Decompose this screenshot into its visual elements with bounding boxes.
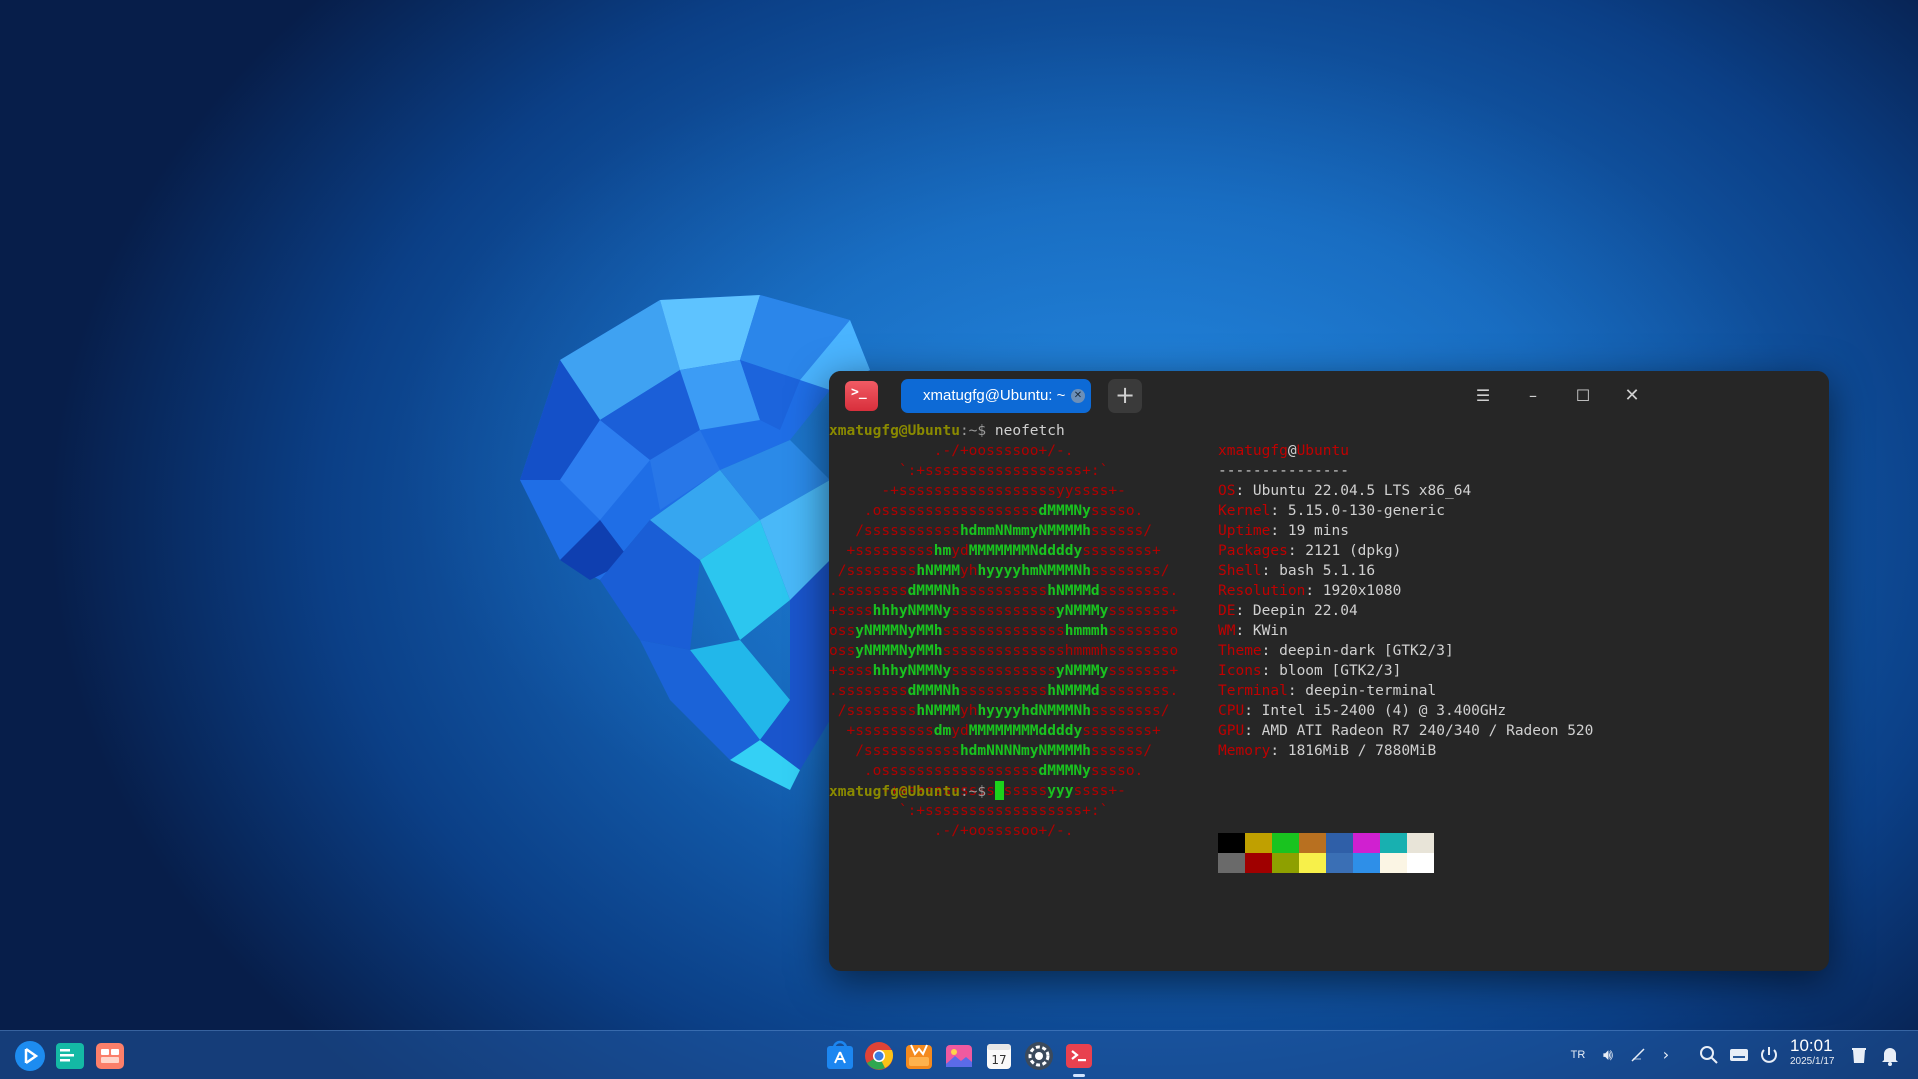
logo-line: .ssssssssdMMMNhsssssssssshNMMMdssssssss.: [829, 583, 1179, 599]
search-icon[interactable]: [1698, 1043, 1720, 1067]
logo-line: /sssssssshNMMMyhhyyyyhmNMMMNhssssssss/: [829, 563, 1170, 579]
volume-icon[interactable]: 🔊︎: [1596, 1043, 1620, 1067]
keyboard-icon[interactable]: [1728, 1043, 1750, 1067]
terminal-tab-title: xmatugfg@Ubuntu: ~: [923, 387, 1066, 404]
power-icon[interactable]: [1758, 1043, 1780, 1067]
info-line: Icons: bloom [GTK2/3]: [1218, 663, 1402, 679]
info-line: Memory: 1816MiB / 7880MiB: [1218, 743, 1437, 759]
app-icon[interactable]: [903, 1040, 935, 1072]
palette-swatch: [1272, 853, 1299, 873]
tab-close-icon[interactable]: ✕: [1071, 389, 1085, 403]
logo-line: .-/+oossssoo+/-.: [829, 823, 1074, 839]
palette-swatch: [1272, 833, 1299, 853]
terminal-icon[interactable]: [1063, 1040, 1095, 1072]
color-palette: [1218, 833, 1434, 873]
multitask-view-icon[interactable]: [94, 1040, 126, 1072]
clock-date: 2025/1/17: [1790, 1056, 1835, 1067]
terminal-app-icon[interactable]: >_: [845, 381, 878, 411]
logo-line: /ssssssssssshdmNNNNmyNMMMMhssssss/: [829, 743, 1153, 759]
palette-swatch: [1218, 853, 1245, 873]
logo-line: ossyNMMMNyMMhsssssssssssssshmmmhssssssso: [829, 623, 1179, 639]
info-line: GPU: AMD ATI Radeon R7 240/340 / Radeon …: [1218, 723, 1594, 739]
info-line: Theme: deepin-dark [GTK2/3]: [1218, 643, 1454, 659]
command-text: neofetch: [994, 423, 1065, 439]
calendar-icon[interactable]: 17: [983, 1040, 1015, 1072]
maximize-button[interactable]: ☐: [1567, 381, 1599, 411]
palette-swatch: [1326, 833, 1353, 853]
terminal-tab[interactable]: xmatugfg@Ubuntu: ~ ✕: [901, 379, 1091, 413]
palette-swatch: [1299, 833, 1326, 853]
settings-icon[interactable]: [1023, 1040, 1055, 1072]
chevron-right-icon[interactable]: ›: [1656, 1043, 1676, 1067]
logo-line: .ossssssssssssssssssdMMMNysssso.: [829, 763, 1144, 779]
palette-swatch: [1326, 853, 1353, 873]
terminal-output[interactable]: xmatugfg@Ubuntu:~$ neofetch .-/+oossssoo…: [829, 421, 1829, 971]
running-indicator: [1073, 1074, 1085, 1077]
logo-line: .ossssssssssssssssssdMMMNysssso.: [829, 503, 1144, 519]
taskbar: 17 TR 🔊︎ › 10:01 2025/1/17: [0, 1030, 1918, 1079]
info-line: Uptime: 19 mins: [1218, 523, 1349, 539]
launcher-icon[interactable]: [14, 1040, 46, 1072]
info-line: WM: KWin: [1218, 623, 1288, 639]
info-line: Resolution: 1920x1080: [1218, 583, 1402, 599]
logo-line: /sssssssshNMMMyhhyyyyhdNMMMNhssssssss/: [829, 703, 1170, 719]
logo-line: `:+ssssssssssssssssss+:`: [829, 803, 1109, 819]
logo-line: +sssshhhyNMMNyssssssssssssyNMMMysssssss+: [829, 603, 1179, 619]
palette-swatch: [1380, 833, 1407, 853]
close-button[interactable]: ✕: [1616, 381, 1648, 411]
info-line: OS: Ubuntu 22.04.5 LTS x86_64: [1218, 483, 1472, 499]
logo-line: .-/+oossssoo+/-.: [829, 443, 1074, 459]
palette-swatch: [1245, 833, 1272, 853]
info-separator: ---------------: [1218, 463, 1349, 479]
terminal-cursor: [994, 781, 1004, 800]
prompt-line: xmatugfg@Ubuntu:~$ neofetch: [829, 423, 1065, 439]
clock-time: 10:01: [1790, 1036, 1833, 1055]
palette-swatch: [1218, 833, 1245, 853]
palette-swatch: [1407, 833, 1434, 853]
chrome-icon[interactable]: [863, 1040, 895, 1072]
logo-line: ossyNMMMNyMMhsssssssssssssshmmmhssssssso: [829, 643, 1179, 659]
menu-icon[interactable]: ☰: [1467, 381, 1499, 411]
svg-text:17: 17: [991, 1053, 1006, 1067]
palette-swatch: [1245, 853, 1272, 873]
info-line: Terminal: deepin-terminal: [1218, 683, 1437, 699]
notification-bell-icon[interactable]: [1879, 1043, 1901, 1067]
trash-icon[interactable]: [1848, 1043, 1870, 1067]
minimize-button[interactable]: –: [1517, 381, 1549, 411]
network-icon[interactable]: [1628, 1043, 1648, 1067]
palette-swatch: [1353, 833, 1380, 853]
logo-line: +sssssssssdmydMMMMMMMMddddyssssssss+: [829, 723, 1161, 739]
info-line: Shell: bash 5.1.16: [1218, 563, 1376, 579]
prompt-line-current[interactable]: xmatugfg@Ubuntu:~$: [829, 781, 1004, 802]
logo-line: .ssssssssdMMMNhsssssssssshNMMMdssssssss.: [829, 683, 1179, 699]
logo-line: +ssssssssshmydMMMMMMMNddddyssssssss+: [829, 543, 1161, 559]
file-manager-icon[interactable]: [54, 1040, 86, 1072]
app-store-icon[interactable]: [824, 1040, 856, 1072]
logo-line: /ssssssssssshdmmNNmmyNMMMMhssssss/: [829, 523, 1153, 539]
info-line: DE: Deepin 22.04: [1218, 603, 1358, 619]
terminal-titlebar[interactable]: >_ xmatugfg@Ubuntu: ~ ✕ + ☰ – ☐ ✕: [829, 371, 1829, 421]
info-line: CPU: Intel i5-2400 (4) @ 3.400GHz: [1218, 703, 1507, 719]
info-header: xmatugfg@Ubuntu: [1218, 443, 1349, 459]
info-line: Kernel: 5.15.0-130-generic: [1218, 503, 1445, 519]
palette-swatch: [1353, 853, 1380, 873]
new-tab-button[interactable]: +: [1108, 379, 1142, 413]
palette-swatch: [1299, 853, 1326, 873]
terminal-window[interactable]: >_ xmatugfg@Ubuntu: ~ ✕ + ☰ – ☐ ✕ xmatug…: [829, 371, 1829, 971]
clock[interactable]: 10:01 2025/1/17: [1790, 1036, 1840, 1068]
logo-line: -+ssssssssssssssssssyyssss+-: [829, 483, 1126, 499]
keyboard-layout-indicator[interactable]: TR: [1567, 1043, 1589, 1067]
palette-swatch: [1380, 853, 1407, 873]
photos-icon[interactable]: [943, 1040, 975, 1072]
logo-line: `:+ssssssssssssssssss+:`: [829, 463, 1109, 479]
info-line: Packages: 2121 (dpkg): [1218, 543, 1402, 559]
palette-swatch: [1407, 853, 1434, 873]
logo-line: +sssshhhyNMMNyssssssssssssyNMMMysssssss+: [829, 663, 1179, 679]
